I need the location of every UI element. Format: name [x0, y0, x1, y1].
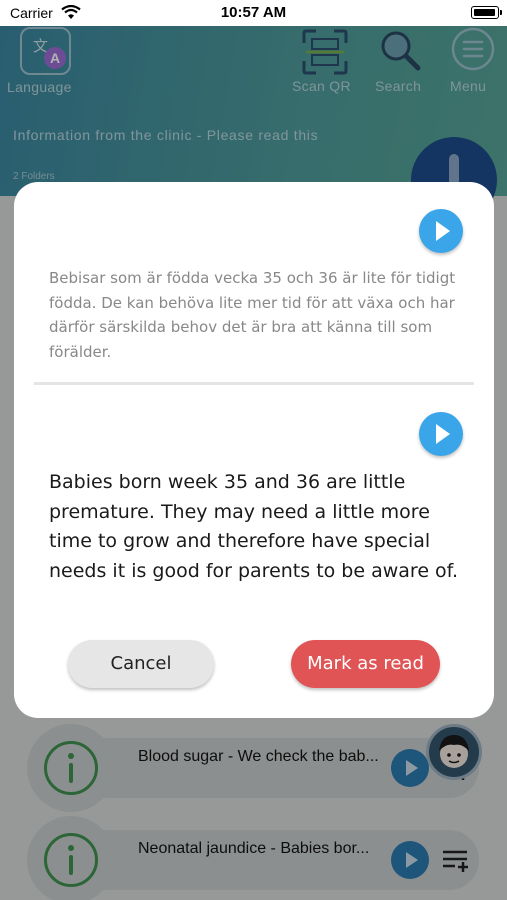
mark-as-read-button[interactable]: Mark as read [291, 640, 440, 688]
cancel-button[interactable]: Cancel [68, 640, 214, 688]
status-bar: Carrier 10:57 AM [0, 0, 507, 26]
play-swedish-audio-button[interactable] [419, 209, 463, 253]
translation-modal: Bebisar som är födda vecka 35 och 36 är … [14, 182, 494, 718]
battery-icon [471, 6, 502, 19]
swedish-text: Bebisar som är födda vecka 35 och 36 är … [49, 269, 456, 361]
english-text: Babies born week 35 and 36 are little pr… [49, 471, 459, 582]
modal-divider [34, 382, 474, 385]
play-english-audio-button[interactable] [419, 412, 463, 456]
clock: 10:57 AM [220, 4, 287, 21]
